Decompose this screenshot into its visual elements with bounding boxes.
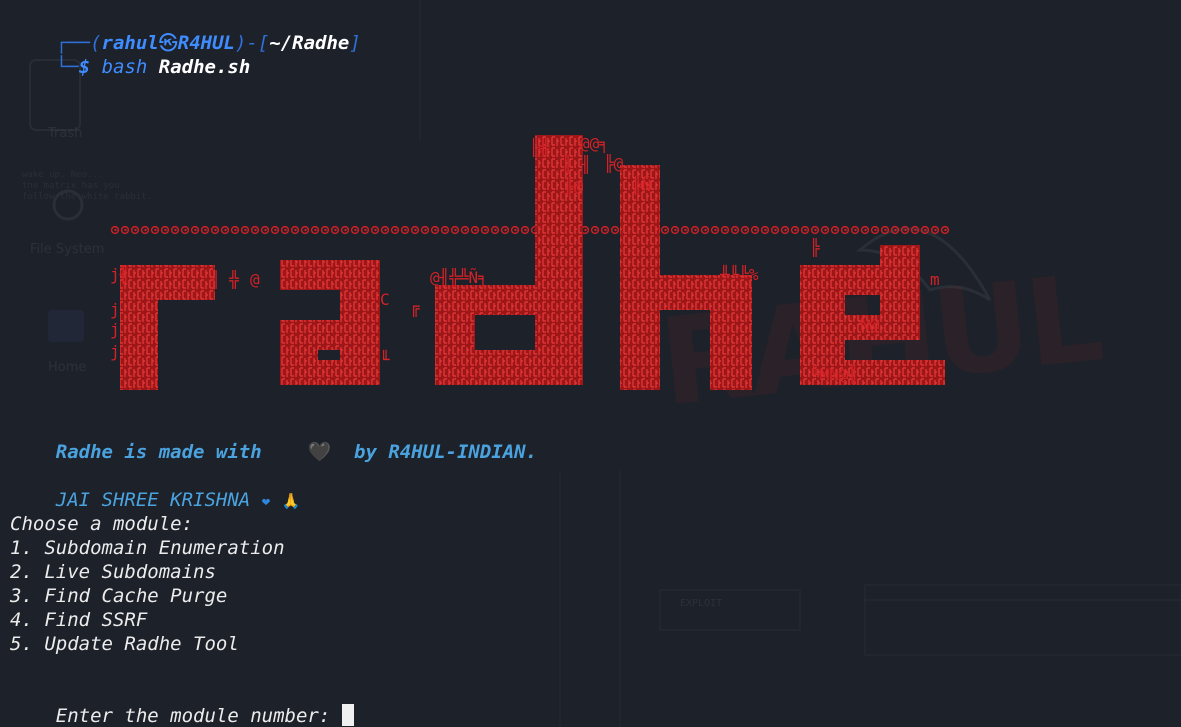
home-desktop-label: Home [48, 360, 87, 375]
svg-text:╟@: ╟@ [564, 176, 584, 196]
svg-text:╨╙╚%: ╨╙╚% [719, 264, 759, 284]
terminal-cursor[interactable] [341, 704, 354, 726]
command-name: bash [101, 56, 148, 78]
radhe-ascii-banner: ╟╬ @@╕ ║ ╢ ╠@ ╟@ ╠Ñ j╢jjj ╢ ╬ @ @╢╬╩Ñ╕╔ ╨╙╚%… [110, 134, 950, 390]
menu-item-update-radhe-tool: 5. Update Radhe Tool [10, 633, 239, 655]
command-argument: Radhe.sh [158, 56, 251, 78]
greeting-text: JAI SHREE KRISHNA [55, 489, 251, 511]
svg-text:j╢: j╢ [110, 264, 129, 284]
svg-text:j: j [110, 342, 120, 361]
svg-text:╔: ╔ [410, 298, 421, 317]
svg-text:j: j [110, 300, 120, 319]
menu-item-find-ssrf: 4. Find SSRF [10, 609, 148, 631]
svg-text:j: j [110, 320, 120, 339]
module-input-prompt: Enter the module number: [55, 705, 342, 727]
prompt-directory: ~/Radhe [269, 32, 350, 54]
filesystem-desktop-label: File System [30, 242, 105, 257]
module-input-line[interactable]: Enter the module number: [10, 680, 354, 727]
menu-item-live-subdomains: 2. Live Subdomains [10, 561, 216, 583]
svg-text:║ ╢: ║ ╢ [562, 154, 591, 174]
credit-prefix: Radhe is made with [55, 441, 262, 463]
prompt-bracket-end: ] [349, 32, 361, 54]
menu-item-find-cache-purge: 3. Find Cache Purge [10, 585, 228, 607]
blue-heart-icon: ❤ [261, 494, 271, 510]
praying-hands-icon: 🙏 [281, 492, 301, 510]
svg-text:╠: ╠ [810, 237, 821, 257]
svg-text:╢ ╬: ╢ ╬ [209, 269, 240, 289]
exploit-wallpaper-text: EXPLOIT [680, 598, 723, 609]
svg-text:@: @ [250, 270, 260, 289]
credit-suffix: by R4HUL-INDIAN. [354, 441, 538, 463]
svg-text:m: m [930, 270, 940, 289]
prompt-corner-bottom: └─ [55, 56, 79, 78]
svg-text:╟╬: ╟╬ [530, 137, 551, 157]
prompt-dollar: $ [78, 56, 91, 78]
svg-text:╠Ñ: ╠Ñ [632, 175, 651, 195]
trash-desktop-label: Trash [48, 126, 83, 141]
menu-title: Choose a module: [10, 513, 194, 535]
svg-text:@@╕: @@╕ [580, 134, 609, 154]
terminal-window[interactable]: Trash File System Home wake up, Neo... t… [0, 0, 1181, 727]
black-heart-icon: 🖤 [307, 441, 332, 463]
prompt-line-command: └─$ bash Radhe.sh [10, 31, 251, 103]
svg-text:╙: ╙ [380, 349, 390, 369]
svg-text:╙MN@╢: ╙MN@╢ [810, 364, 858, 384]
svg-text:╠@: ╠@ [604, 153, 624, 173]
svg-text:Ñ@: Ñ@ [860, 315, 880, 334]
menu-item-subdomain-enumeration: 1. Subdomain Enumeration [10, 537, 285, 559]
svg-text:C: C [380, 290, 390, 309]
svg-text:@╢╬╩Ñ╕: @╢╬╩Ñ╕ [430, 267, 488, 288]
